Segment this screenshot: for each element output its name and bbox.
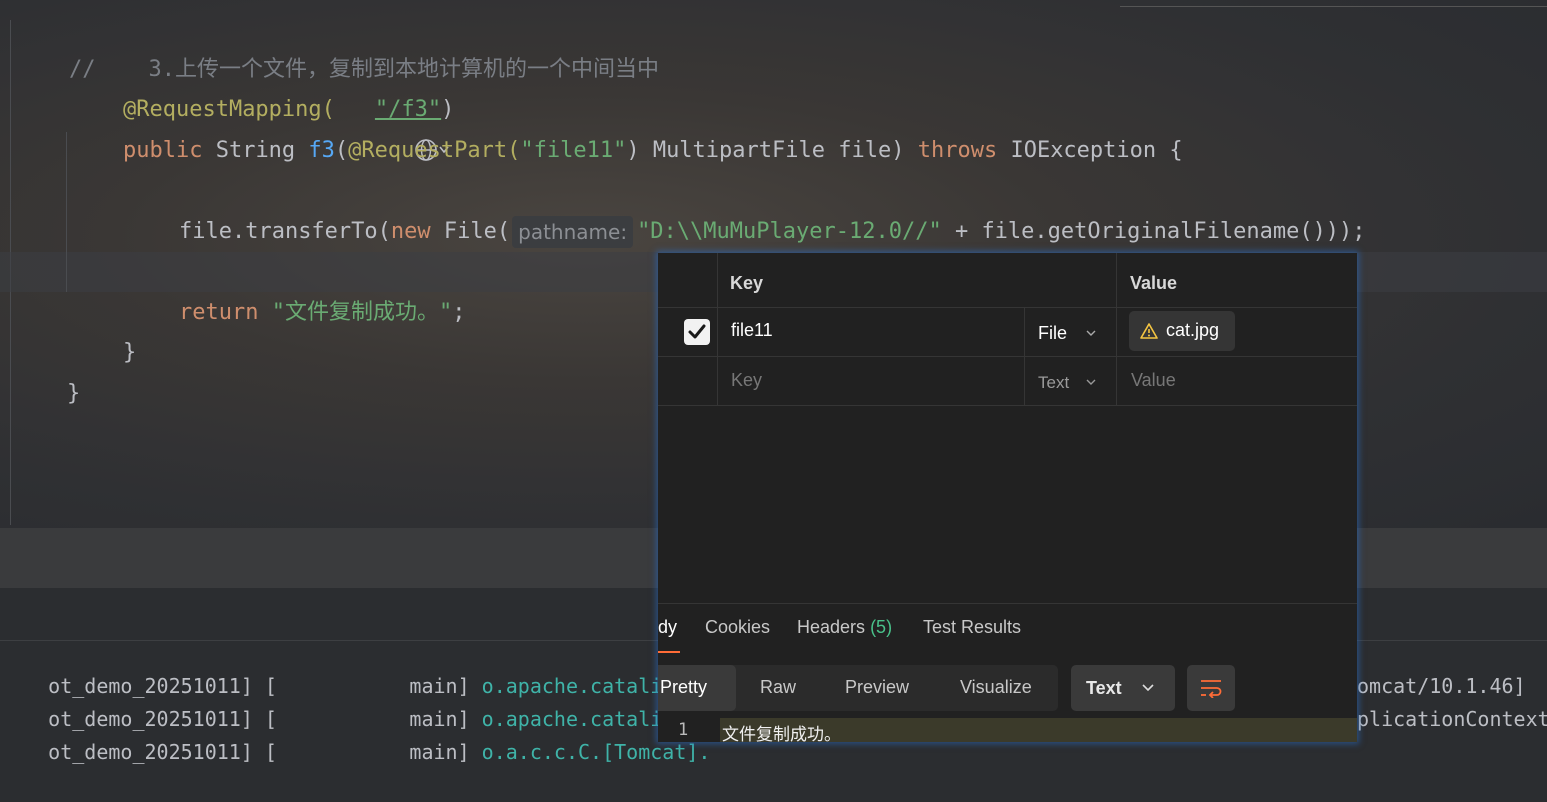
wrap-lines-button[interactable]	[1187, 665, 1235, 711]
exception-type: IOException {	[1010, 138, 1183, 163]
response-body[interactable]: 1 文件复制成功。	[658, 718, 1357, 742]
code-line-annotation[interactable]: @RequestMapping( "/f3")	[70, 50, 454, 161]
log-right-text: plicationContext	[1357, 707, 1547, 731]
postman-panel[interactable]: Key Value file11 File cat.jpg Key Text V…	[658, 253, 1357, 742]
log-line: ot_demo_20251011] [ main] o.apache.catal…	[0, 637, 710, 698]
wrap-icon	[1201, 680, 1222, 698]
param-hint: pathname:	[512, 216, 634, 248]
format-select[interactable]: Text	[1071, 665, 1175, 711]
view-raw-button[interactable]: Raw	[760, 677, 796, 698]
paren-open: (	[334, 138, 349, 163]
close-brace-method: }	[122, 340, 137, 365]
tab-headers[interactable]: Headers (5)	[797, 617, 892, 638]
column-divider	[1116, 253, 1117, 405]
code-line-close-class[interactable]: }	[14, 334, 80, 406]
method-name: f3	[308, 138, 335, 163]
log-line: ot_demo_20251011] [ main] o.apache.catal…	[0, 670, 710, 731]
tab-headers-label: Headers	[797, 617, 866, 637]
close-brace-class: }	[66, 381, 81, 406]
param-rest: ) MultipartFile file)	[626, 138, 918, 163]
return-string: "文件复制成功。"	[271, 300, 453, 325]
response-text: 文件复制成功。	[722, 725, 841, 742]
code-line-close-method[interactable]: }	[70, 293, 136, 365]
line-number: 1	[678, 720, 689, 740]
column-value-header: Value	[1130, 273, 1178, 293]
row-enabled-checkbox[interactable]	[684, 319, 710, 345]
return-type: String	[215, 138, 309, 163]
chevron-down-icon[interactable]	[1086, 377, 1096, 387]
new-value-input[interactable]: Value	[1131, 370, 1176, 391]
request-part-annotation: @RequestPart(	[348, 138, 521, 163]
log-right-text: omcat/10.1.46]	[1357, 674, 1526, 698]
param-key-file11[interactable]: file11	[731, 320, 773, 341]
column-key-header: Key	[730, 273, 764, 293]
new-key-input[interactable]: Key	[731, 370, 762, 391]
indent-guide	[66, 132, 67, 292]
log-line: ot_demo_20251011] [ main] o.a.c.c.C.[Tom…	[0, 703, 710, 764]
kw-public: public	[122, 138, 216, 163]
part-name: "file11"	[520, 138, 627, 163]
semicolon: ;	[452, 300, 466, 325]
view-preview-button[interactable]: Preview	[845, 677, 909, 698]
active-tab-indicator	[658, 651, 680, 653]
view-visualize-button[interactable]: Visualize	[960, 677, 1032, 698]
view-pretty-button[interactable]: Pretty	[660, 677, 707, 698]
kw-return: return	[178, 300, 272, 325]
tab-test-results[interactable]: Test Results	[923, 617, 1021, 638]
file-chip[interactable]: cat.jpg	[1129, 311, 1235, 351]
tab-body[interactable]: dy	[658, 617, 677, 638]
code-line-signature[interactable]: public String f3(@RequestPart("file11") …	[70, 91, 1183, 163]
checkmark-icon	[688, 324, 706, 339]
headers-count-badge: (5)	[870, 617, 893, 637]
tab-cookies[interactable]: Cookies	[705, 617, 770, 638]
chevron-down-icon[interactable]	[1086, 328, 1096, 338]
kw-new: new	[390, 219, 444, 244]
log-logger[interactable]: o.a.c.c.C.[Tomcat].	[482, 740, 711, 764]
new-type-select[interactable]: Text	[1038, 373, 1069, 393]
transfer-call: file.transferTo(	[178, 219, 391, 244]
param-type-select[interactable]: File	[1038, 323, 1067, 344]
warning-icon	[1140, 323, 1158, 339]
path-string: "D:\\MuMuPlayer-12.0//"	[637, 219, 942, 244]
file-ctor: File(	[443, 219, 511, 244]
format-select-label: Text	[1086, 678, 1122, 698]
code-line-return[interactable]: return "文件复制成功。";	[126, 253, 465, 325]
chevron-down-icon	[1142, 684, 1154, 692]
log-prefix: ot_demo_20251011] [ main]	[48, 740, 482, 764]
file-name: cat.jpg	[1166, 320, 1220, 340]
kw-throws: throws	[917, 138, 1011, 163]
code-line-comment[interactable]: // 3.上传一个文件，复制到本地计算机的一个中间当中	[16, 10, 659, 82]
row-separator	[658, 356, 1357, 357]
code-line-transfer[interactable]: file.transferTo(new File(pathname: "D:\\M…	[126, 172, 1366, 248]
row-separator	[658, 405, 1357, 406]
transfer-rest: + file.getOriginalFilename()));	[941, 219, 1366, 244]
editor-divider	[1120, 6, 1547, 7]
column-divider	[717, 253, 718, 405]
